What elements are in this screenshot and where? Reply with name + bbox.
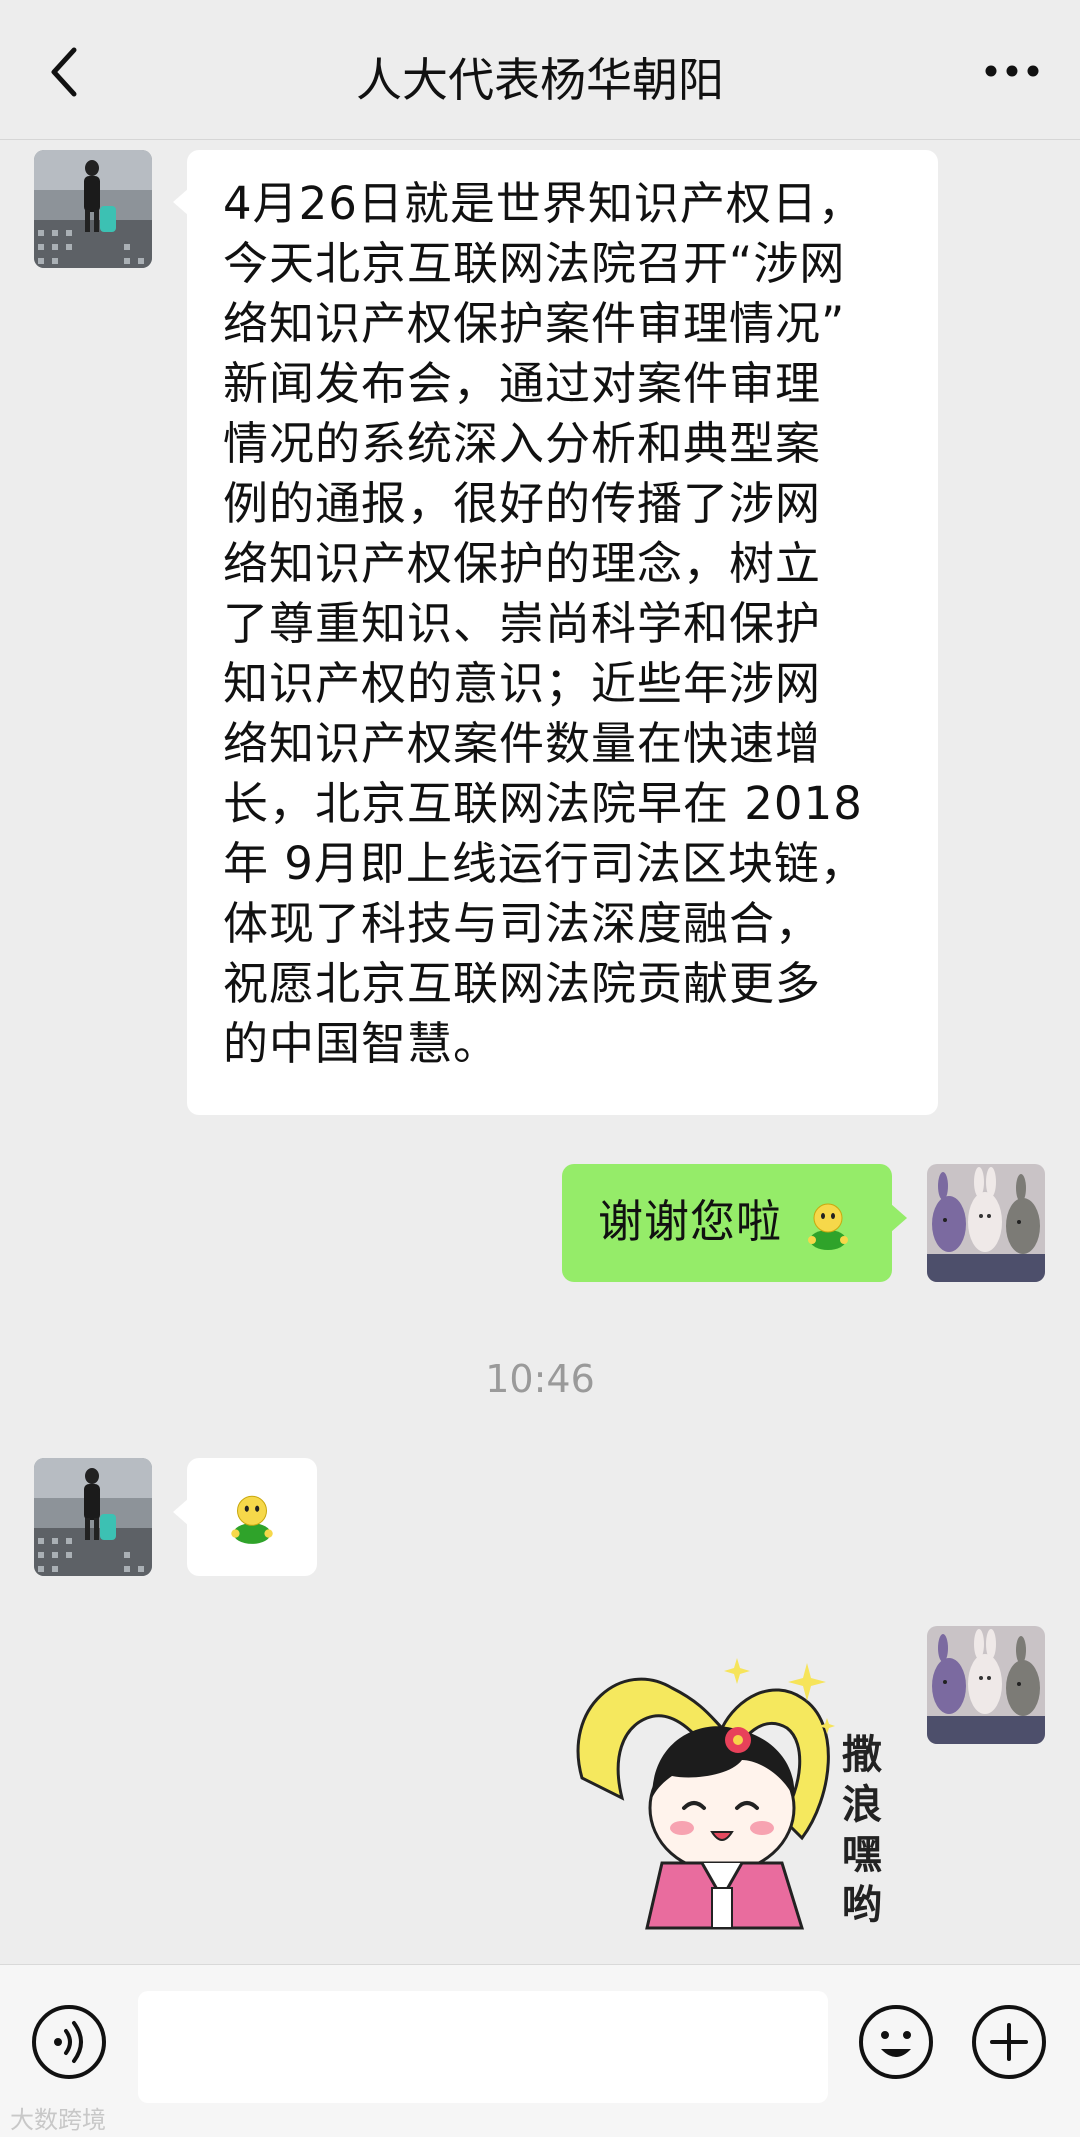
sticker-caption: 撒浪嘿哟 <box>842 1731 882 1928</box>
self-avatar[interactable] <box>927 1626 1045 1744</box>
contact-avatar[interactable] <box>34 150 152 268</box>
avatar-photo <box>34 150 152 268</box>
message-text: 4月26日就是世界知识产权日， 今天北京互联网法院召开“涉网 络知识产权保护案件… <box>223 177 866 1070</box>
bubble-tail <box>173 1498 189 1526</box>
more-dots-icon[interactable] <box>982 56 1042 86</box>
chat-title: 人大代表杨华朝阳 <box>356 53 724 107</box>
bubble-tail <box>891 1204 907 1232</box>
message-text: 谢谢您啦 <box>598 1195 783 1248</box>
message-timestamp: 10:46 <box>485 1357 595 1401</box>
avatar-photo <box>34 1458 152 1576</box>
message-input[interactable] <box>138 1991 828 2103</box>
smiley-emoji-icon <box>231 1495 273 1544</box>
self-avatar[interactable] <box>927 1164 1045 1282</box>
message-bubble-incoming-emoji[interactable] <box>173 1458 317 1576</box>
smiley-emoji-icon <box>808 1203 848 1250</box>
chat-input-bar <box>0 1964 1080 2137</box>
avatar-photo <box>927 1164 1045 1282</box>
emoji-icon[interactable] <box>857 2003 935 2081</box>
bubble-tail <box>173 188 189 216</box>
voice-icon[interactable] <box>30 2003 108 2081</box>
avatar-photo <box>927 1626 1045 1744</box>
message-bubble-incoming[interactable]: 4月26日就是世界知识产权日， 今天北京互联网法院召开“涉网 络知识产权保护案件… <box>173 150 938 1115</box>
plus-icon[interactable] <box>970 2003 1048 2081</box>
chat-header: 人大代表杨华朝阳 <box>0 0 1080 140</box>
watermark-text: 大数跨境 <box>10 2106 106 2134</box>
message-bubble-outgoing[interactable]: 谢谢您啦 <box>562 1164 907 1282</box>
contact-avatar[interactable] <box>34 1458 152 1576</box>
